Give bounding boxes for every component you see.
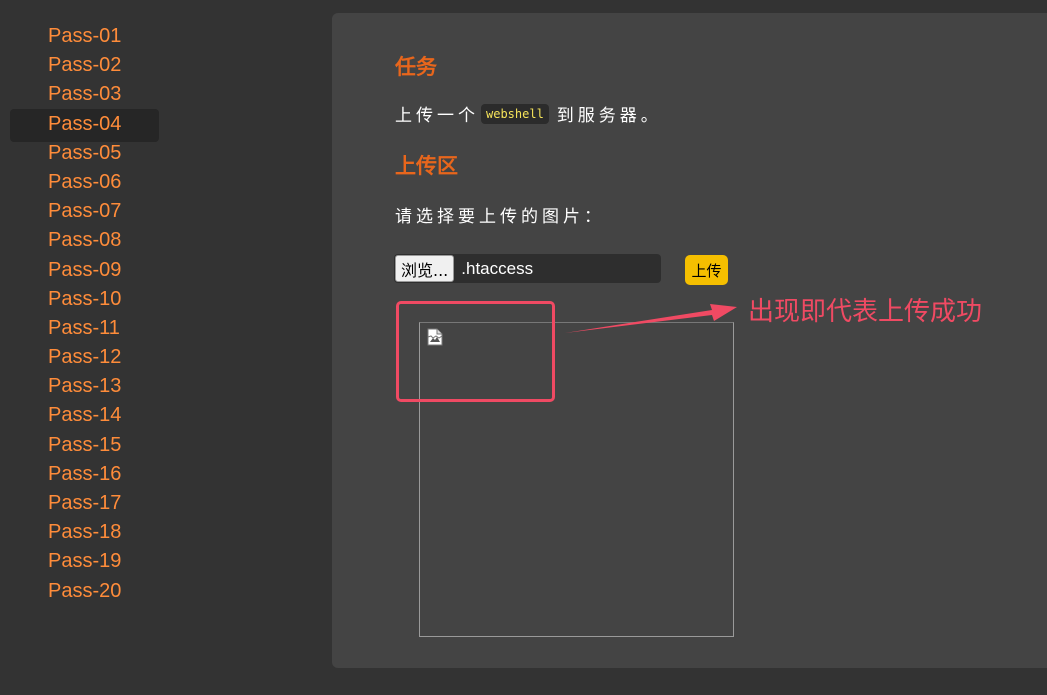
annotation-arrow xyxy=(565,304,737,333)
sidebar-item-pass-15[interactable]: Pass-15 xyxy=(0,431,170,460)
sidebar-item-label: Pass-18 xyxy=(48,521,122,544)
sidebar-item-label: Pass-17 xyxy=(48,492,122,514)
selected-file-name: .htaccess xyxy=(461,258,534,278)
sidebar-item-label: Pass-12 xyxy=(48,346,122,369)
sidebar-item-pass-20[interactable]: Pass-20 xyxy=(0,577,170,606)
sidebar-item-pass-11[interactable]: Pass-11 xyxy=(0,314,170,343)
sidebar-item-pass-04[interactable]: Pass-04 xyxy=(0,108,170,142)
sidebar-item-label: Pass-08 xyxy=(48,229,122,252)
upload-button[interactable]: 上传 xyxy=(685,255,728,285)
sidebar-item-pass-07[interactable]: Pass-07 xyxy=(0,197,170,226)
annotation-highlight-box xyxy=(396,301,555,402)
sidebar-item-pass-06[interactable]: Pass-06 xyxy=(0,168,170,197)
sidebar-item-label: Pass-10 xyxy=(48,287,122,310)
file-input[interactable]: 浏览... .htaccess xyxy=(394,254,661,283)
sidebar-item-pass-14[interactable]: Pass-14 xyxy=(0,401,170,430)
sidebar-item-label: Pass-16 xyxy=(48,462,122,485)
sidebar-item-pass-12[interactable]: Pass-12 xyxy=(0,343,170,372)
task-text-before: 上传一个 xyxy=(395,106,479,126)
sidebar-item-label: Pass-20 xyxy=(48,579,122,602)
sidebar-item-pass-18[interactable]: Pass-18 xyxy=(0,518,170,547)
sidebar-item-label: Pass-09 xyxy=(48,258,122,281)
sidebar-item-label: Pass-06 xyxy=(48,170,122,193)
sidebar-item-pass-03[interactable]: Pass-03 xyxy=(0,80,170,109)
sidebar-item-pass-01[interactable]: Pass-01 xyxy=(0,22,170,51)
sidebar-item-pass-17[interactable]: Pass-17 xyxy=(0,489,170,518)
task-description: 上传一个 webshell 到服务器。 xyxy=(395,101,662,126)
sidebar-item-label: Pass-19 xyxy=(48,550,122,573)
sidebar: Pass-01 Pass-02 Pass-03 Pass-04 Pass-05 Pass-… xyxy=(0,22,170,606)
sidebar-item-pass-02[interactable]: Pass-02 xyxy=(0,51,170,80)
sidebar-item-pass-05[interactable]: Pass-05 xyxy=(0,139,170,168)
sidebar-item-label: Pass-11 xyxy=(48,316,120,339)
sidebar-item-pass-13[interactable]: Pass-13 xyxy=(0,372,170,401)
sidebar-item-pass-08[interactable]: Pass-08 xyxy=(0,226,170,255)
sidebar-item-pass-09[interactable]: Pass-09 xyxy=(0,256,170,285)
task-heading: 任务 xyxy=(395,55,437,79)
upload-prompt: 请选择要上传的图片： xyxy=(395,207,605,227)
sidebar-item-label: Pass-03 xyxy=(48,83,122,106)
browse-button[interactable]: 浏览... xyxy=(395,255,455,282)
webshell-code-tag: webshell xyxy=(481,103,549,124)
sidebar-item-label: Pass-01 xyxy=(48,25,122,47)
sidebar-item-pass-10[interactable]: Pass-10 xyxy=(0,285,170,314)
sidebar-item-label: Pass-04 xyxy=(48,112,122,135)
sidebar-item-pass-16[interactable]: Pass-16 xyxy=(0,460,170,489)
task-text-after: 到服务器。 xyxy=(556,106,662,126)
sidebar-item-label: Pass-07 xyxy=(48,200,122,223)
sidebar-item-label: Pass-02 xyxy=(48,54,122,77)
annotation-text: 出现即代表上传成功 xyxy=(748,297,983,327)
sidebar-item-label: Pass-05 xyxy=(48,141,122,164)
upload-heading: 上传区 xyxy=(395,154,458,178)
sidebar-item-pass-19[interactable]: Pass-19 xyxy=(0,547,170,576)
sidebar-item-label: Pass-14 xyxy=(48,404,122,427)
sidebar-item-label: Pass-13 xyxy=(48,375,122,398)
sidebar-item-label: Pass-15 xyxy=(48,433,122,456)
